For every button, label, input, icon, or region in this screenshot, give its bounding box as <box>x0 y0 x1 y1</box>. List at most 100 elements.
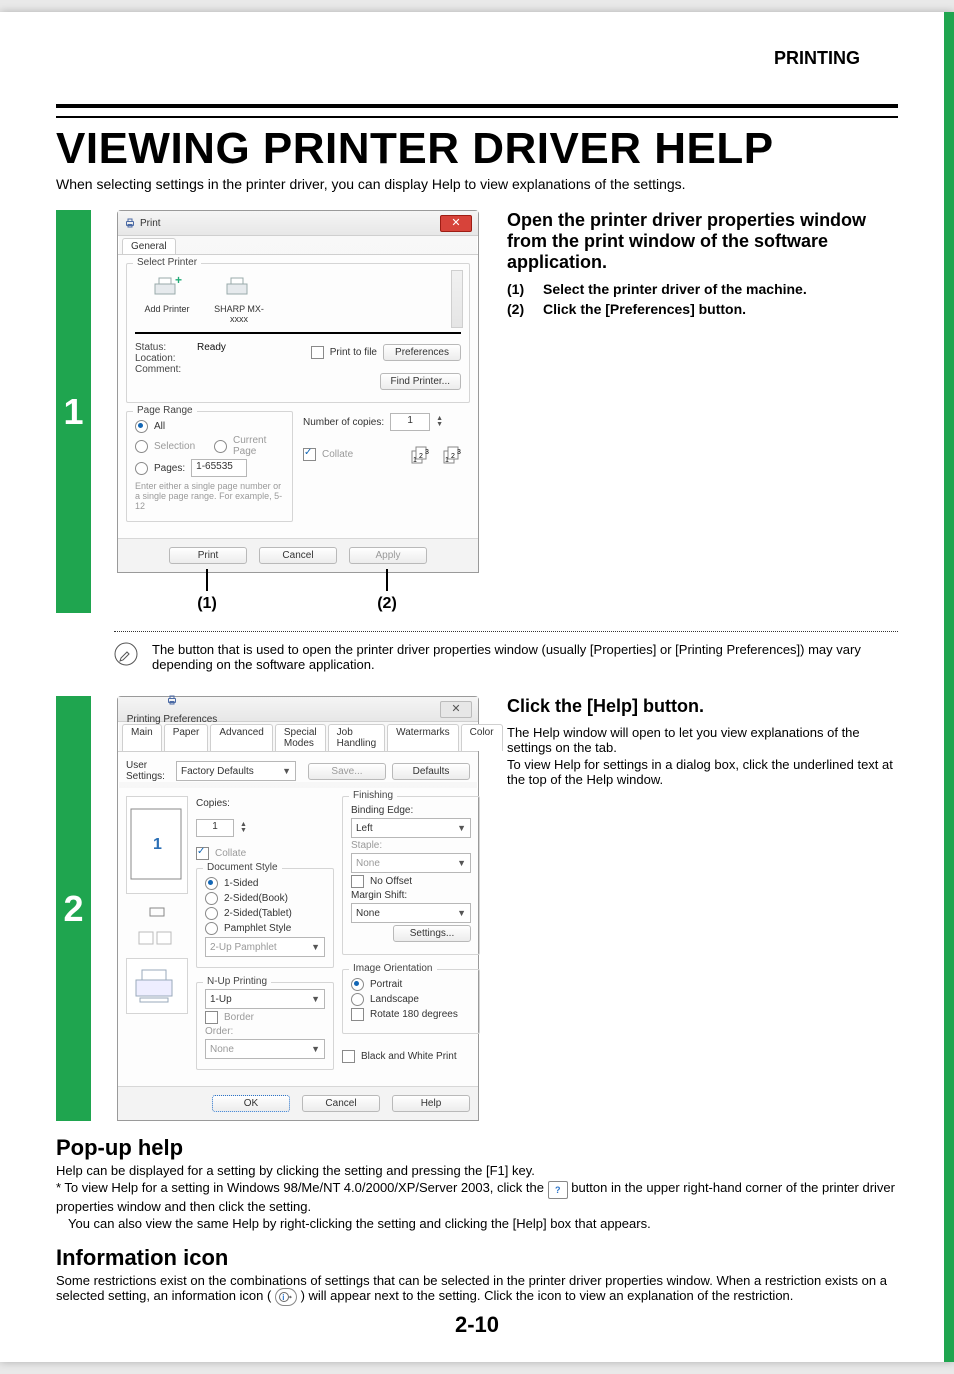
preferences-window: Printing Preferences ✕ Main Paper Advanc… <box>117 696 479 1121</box>
rotate180-label: Rotate 180 degrees <box>370 1009 458 1020</box>
ds-2tablet-label: 2-Sided(Tablet) <box>224 908 292 919</box>
print-to-file-checkbox[interactable] <box>311 346 324 359</box>
orientation-legend: Image Orientation <box>349 963 437 974</box>
location-key: Location: <box>135 353 191 364</box>
tab-main[interactable]: Main <box>122 724 162 751</box>
copies-spinner-icon[interactable]: ▲▼ <box>436 416 443 428</box>
pencil-note-icon <box>114 642 138 666</box>
print-window: Print ✕ General Select Printer <box>117 210 479 573</box>
range-selection-label: Selection <box>154 441 195 452</box>
bw-label: Black and White Print <box>361 1051 457 1062</box>
pp-collate-checkbox[interactable] <box>196 847 209 860</box>
rotate180-checkbox[interactable] <box>351 1008 364 1021</box>
pages-help-text: Enter either a single page number or a s… <box>135 481 284 511</box>
copies-spinner-icon[interactable]: ▲▼ <box>240 822 247 834</box>
nup-select[interactable]: 1-Up▼ <box>205 989 325 1009</box>
tab-watermarks[interactable]: Watermarks <box>387 724 459 751</box>
tab-paper[interactable]: Paper <box>164 724 209 751</box>
collate-icon: 123 <box>410 443 438 465</box>
svg-text:i: i <box>282 1293 284 1302</box>
preferences-button[interactable]: Preferences <box>383 344 461 361</box>
tab-special[interactable]: Special Modes <box>275 724 326 751</box>
comment-key: Comment: <box>135 364 191 375</box>
callout-1: (1) <box>117 595 297 613</box>
orient-landscape-radio[interactable] <box>351 993 364 1006</box>
ds-2tablet-radio[interactable] <box>205 907 218 920</box>
step1-heading: Open the printer driver properties windo… <box>507 210 898 273</box>
ds-1sided-radio[interactable] <box>205 877 218 890</box>
collate-icon-2: 123 <box>442 443 470 465</box>
ds-1sided-label: 1-Sided <box>224 878 258 889</box>
settings-button[interactable]: Settings... <box>393 925 471 942</box>
callout-line-1 <box>206 569 208 591</box>
pamphlet-select[interactable]: 2-Up Pamphlet▼ <box>205 937 325 957</box>
range-pages-label: Pages: <box>154 463 185 474</box>
popup-line2: * To view Help for a setting in Windows … <box>56 1180 898 1214</box>
printer-icon <box>124 217 136 229</box>
range-pages-radio[interactable] <box>135 462 148 475</box>
ds-pamphlet-radio[interactable] <box>205 922 218 935</box>
pp-copies-input[interactable]: 1 <box>196 819 234 837</box>
save-button[interactable]: Save... <box>308 763 386 780</box>
popup-heading: Pop-up help <box>56 1135 898 1161</box>
collate-checkbox[interactable] <box>303 448 316 461</box>
step-rail-2: 2 <box>56 696 91 1121</box>
step1-note: The button that is used to open the prin… <box>152 642 898 672</box>
range-all-label: All <box>154 421 165 432</box>
svg-text:3: 3 <box>425 449 429 456</box>
order-key: Order: <box>205 1026 233 1037</box>
copies-input[interactable]: 1 <box>390 413 430 431</box>
step2-para2: To view Help for settings in a dialog bo… <box>507 757 898 787</box>
cancel-button[interactable]: Cancel <box>259 547 337 564</box>
infoicon-heading: Information icon <box>56 1245 898 1271</box>
binding-select[interactable]: Left▼ <box>351 818 471 838</box>
svg-text:1: 1 <box>445 457 449 464</box>
step1-item1-text: Select the printer driver of the machine… <box>543 281 807 297</box>
range-all-radio[interactable] <box>135 420 148 433</box>
sharp-printer-tile[interactable]: SHARP MX-xxxx <box>207 274 271 324</box>
printer-icon <box>166 694 178 706</box>
print-button[interactable]: Print <box>169 547 247 564</box>
tab-general[interactable]: General <box>122 238 176 254</box>
add-printer-tile[interactable]: + Add Printer <box>135 274 199 324</box>
close-icon[interactable]: ✕ <box>440 215 472 232</box>
printer-list-scrollbar[interactable] <box>451 270 463 328</box>
ds-2book-radio[interactable] <box>205 892 218 905</box>
range-selection-radio[interactable] <box>135 440 148 453</box>
apply-button[interactable]: Apply <box>349 547 427 564</box>
svg-text:2: 2 <box>419 453 423 460</box>
collate-label: Collate <box>322 449 353 460</box>
nup-legend: N-Up Printing <box>203 976 271 987</box>
step-number-2: 2 <box>63 888 83 930</box>
header-section: PRINTING <box>774 48 860 69</box>
pages-input[interactable]: 1-65535 <box>191 459 247 477</box>
pp-cancel-button[interactable]: Cancel <box>302 1095 380 1112</box>
ok-button[interactable]: OK <box>212 1095 290 1112</box>
select-printer-legend: Select Printer <box>133 257 201 268</box>
tab-advanced[interactable]: Advanced <box>210 724 272 751</box>
tab-jobhandling[interactable]: Job Handling <box>328 724 385 751</box>
no-offset-checkbox[interactable] <box>351 875 364 888</box>
page-number: 2-10 <box>0 1312 954 1338</box>
tab-color[interactable]: Color <box>461 724 503 751</box>
user-settings-select[interactable]: Factory Defaults▼ <box>176 761 296 781</box>
print-to-file-label: Print to file <box>330 347 377 358</box>
bw-checkbox[interactable] <box>342 1050 355 1063</box>
help-button[interactable]: Help <box>392 1095 470 1112</box>
infoicon-text: Some restrictions exist on the combinati… <box>56 1273 898 1306</box>
range-current-radio[interactable] <box>214 440 227 453</box>
find-printer-button[interactable]: Find Printer... <box>380 373 461 390</box>
margin-select[interactable]: None▼ <box>351 903 471 923</box>
svg-text:?: ? <box>555 1185 561 1195</box>
finishing-legend: Finishing <box>349 790 397 801</box>
svg-text:+: + <box>175 274 182 287</box>
order-select[interactable]: None▼ <box>205 1039 325 1059</box>
defaults-button[interactable]: Defaults <box>392 763 470 780</box>
staple-select[interactable]: None▼ <box>351 853 471 873</box>
orient-portrait-radio[interactable] <box>351 978 364 991</box>
pp-copies-key: Copies: <box>196 798 230 809</box>
orient-portrait-label: Portrait <box>370 979 402 990</box>
border-checkbox[interactable] <box>205 1011 218 1024</box>
sharp-printer-label: SHARP MX-xxxx <box>207 304 271 324</box>
close-icon[interactable]: ✕ <box>440 701 472 718</box>
